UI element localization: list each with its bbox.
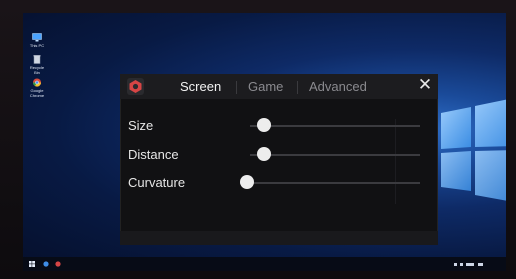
system-tray[interactable]: [454, 262, 484, 268]
windows-logo-wallpaper: [441, 99, 506, 201]
recycle-bin-icon: [33, 55, 41, 64]
background-divider: [395, 119, 396, 204]
size-slider-thumb[interactable]: [257, 118, 271, 132]
tab-divider: [297, 81, 298, 94]
curvature-slider-track[interactable]: [240, 182, 420, 184]
setting-label-curvature: Curvature: [128, 175, 186, 190]
desktop-icon-label: This PC: [29, 43, 45, 48]
chrome-icon: [32, 78, 42, 87]
monitor-frame: This PC Recycle Bin Google Chrome Screen…: [0, 0, 516, 279]
app-logo-icon: [127, 78, 144, 95]
tab-advanced[interactable]: Advanced: [309, 79, 367, 95]
distance-slider-track[interactable]: [250, 154, 420, 156]
desktop-icon-chrome[interactable]: Google Chrome: [29, 78, 45, 98]
display-settings-dialog: Screen Game Advanced ✕ Size Distance Cur…: [120, 74, 438, 245]
setting-label-distance: Distance: [128, 147, 179, 162]
desktop-icon-label: Google Chrome: [29, 88, 45, 98]
close-button[interactable]: ✕: [416, 75, 434, 95]
taskbar: [23, 257, 506, 271]
tray-icons: [454, 263, 483, 266]
desktop-icon-label: Recycle Bin: [29, 65, 45, 75]
dialog-header: Screen Game Advanced ✕: [120, 74, 438, 99]
distance-slider-thumb[interactable]: [257, 147, 271, 161]
windows-start-icon[interactable]: [29, 261, 35, 267]
search-icon[interactable]: [43, 261, 49, 267]
tab-game[interactable]: Game: [248, 79, 283, 95]
curvature-slider-thumb[interactable]: [240, 175, 254, 189]
tab-screen[interactable]: Screen: [180, 79, 221, 95]
desktop-icon-this-pc[interactable]: This PC: [29, 33, 45, 48]
tab-divider: [236, 81, 237, 94]
app-icon[interactable]: [55, 261, 61, 267]
desktop-icon-recycle-bin[interactable]: Recycle Bin: [29, 55, 45, 75]
setting-label-size: Size: [128, 118, 154, 133]
computer-icon: [32, 33, 42, 42]
size-slider-track[interactable]: [250, 125, 420, 127]
dialog-footer: [120, 231, 438, 245]
desktop: This PC Recycle Bin Google Chrome Screen…: [23, 13, 506, 271]
